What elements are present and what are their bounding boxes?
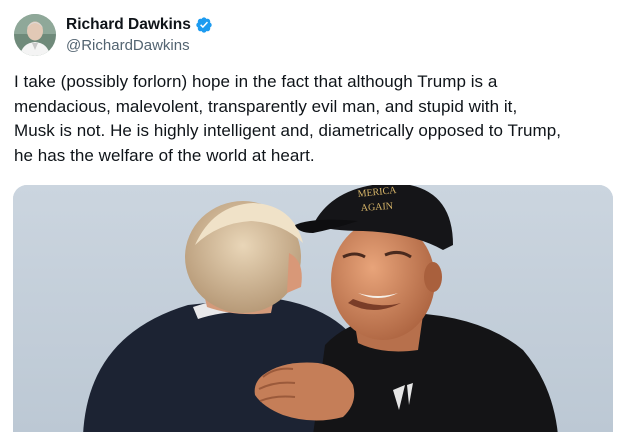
author-display-name[interactable]: Richard Dawkins <box>66 15 191 35</box>
author-handle[interactable]: @RichardDawkins <box>66 36 213 56</box>
tweet-text: I take (possibly forlorn) hope in the fa… <box>14 72 562 165</box>
verified-badge-icon <box>195 16 213 34</box>
avatar[interactable] <box>14 14 56 56</box>
author-names: Richard Dawkins @RichardDawkins <box>66 14 213 56</box>
tweet-card: Richard Dawkins @RichardDawkins I take (… <box>0 0 635 432</box>
name-row: Richard Dawkins <box>66 14 213 36</box>
cap-text-line2: AGAIN <box>360 201 393 214</box>
tweet-header: Richard Dawkins @RichardDawkins <box>14 12 213 58</box>
tweet-media-photo[interactable]: MERICA AGAIN <box>13 185 613 432</box>
